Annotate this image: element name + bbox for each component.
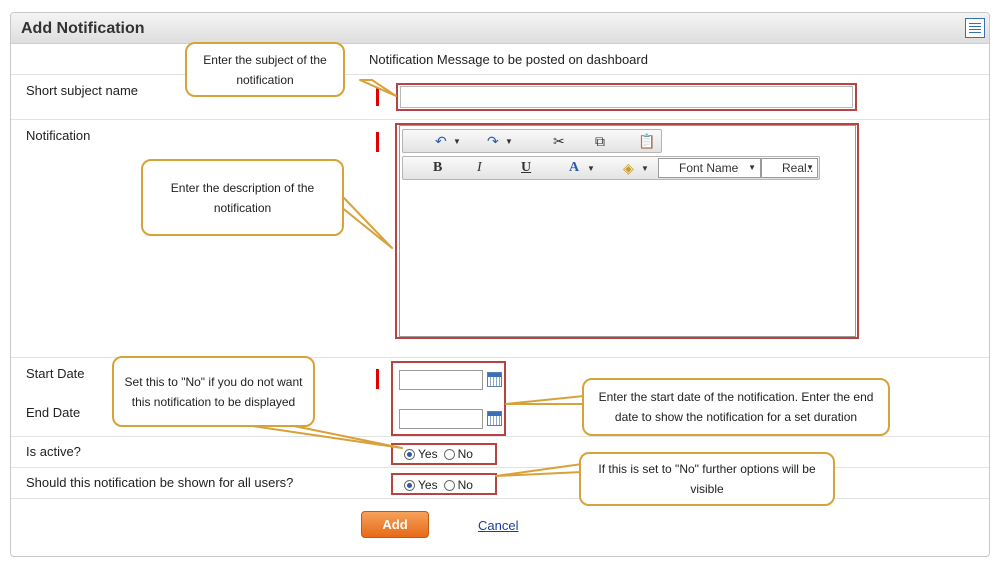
all-users-radio-group: Yes No	[404, 478, 479, 492]
divider	[11, 467, 989, 468]
italic-button[interactable]: I	[477, 160, 482, 176]
short-subject-input[interactable]	[400, 86, 853, 108]
paste-icon[interactable]: 📋	[638, 133, 655, 150]
all-users-label: Should this notification be shown for al…	[26, 475, 294, 490]
all-users-yes-radio[interactable]	[404, 479, 415, 491]
all-users-no-radio[interactable]	[443, 479, 455, 491]
divider	[11, 436, 989, 437]
panel-title: Add Notification	[21, 20, 145, 37]
calendar-icon[interactable]	[487, 411, 502, 426]
fill-color-icon[interactable]: ◈	[623, 160, 634, 177]
is-active-yes-radio[interactable]	[404, 448, 415, 460]
info-text: Notification Message to be posted on das…	[369, 52, 648, 67]
notification-editor[interactable]: ↶ ▼ ↷ ▼ ✂ ⧉ 📋 B I U A ▼ ◈ ▼ Font Name ▼ …	[399, 125, 856, 337]
start-date-input[interactable]	[399, 370, 483, 390]
chevron-down-icon: ▼	[748, 163, 756, 172]
font-color-icon[interactable]: A	[569, 160, 579, 176]
dates-callout: Enter the start date of the notification…	[582, 378, 890, 436]
document-list-icon[interactable]	[965, 18, 985, 38]
add-button[interactable]: Add	[361, 511, 429, 538]
chevron-down-icon: ▼	[806, 163, 814, 172]
chevron-down-icon[interactable]: ▼	[453, 137, 461, 146]
divider	[11, 119, 989, 120]
editor-toolbar-top: ↶ ▼ ↷ ▼ ✂ ⧉ 📋	[402, 129, 662, 153]
short-subject-label: Short subject name	[26, 83, 139, 98]
copy-icon[interactable]: ⧉	[595, 133, 605, 150]
description-callout: Enter the description of the notificatio…	[141, 159, 344, 236]
required-marker	[376, 132, 379, 152]
active-callout: Set this to "No" if you do not want this…	[112, 356, 315, 427]
is-active-no-radio[interactable]	[443, 448, 455, 460]
users-callout: If this is set to "No" further options w…	[579, 452, 835, 506]
subject-callout: Enter the subject of the notification	[185, 42, 345, 97]
divider	[11, 74, 989, 75]
underline-button[interactable]: U	[521, 160, 531, 176]
chevron-down-icon[interactable]: ▼	[641, 164, 649, 173]
notification-label: Notification	[26, 128, 91, 143]
editor-toolbar-format: B I U A ▼ ◈ ▼ Font Name ▼ Real.. ▼	[402, 156, 820, 180]
undo-icon[interactable]: ↶	[435, 133, 447, 150]
calendar-icon[interactable]	[487, 372, 502, 387]
end-date-input[interactable]	[399, 409, 483, 429]
required-marker	[376, 86, 379, 106]
chevron-down-icon[interactable]: ▼	[587, 164, 595, 173]
redo-icon[interactable]: ↷	[487, 133, 499, 150]
required-marker	[376, 369, 379, 389]
cut-icon[interactable]: ✂	[553, 133, 565, 150]
start-date-label: Start Date	[26, 366, 85, 381]
yes-label: Yes	[418, 478, 438, 492]
bold-button[interactable]: B	[433, 160, 442, 176]
font-size-select[interactable]: Real.. ▼	[761, 158, 818, 178]
end-date-label: End Date	[26, 405, 81, 420]
add-notification-panel: Add Notification Notification Message to…	[10, 12, 990, 557]
is-active-radio-group: Yes No	[404, 447, 479, 461]
divider	[11, 498, 989, 499]
font-name-select[interactable]: Font Name ▼	[658, 158, 761, 178]
is-active-label: Is active?	[26, 444, 81, 459]
no-label: No	[457, 478, 473, 492]
cancel-link[interactable]: Cancel	[478, 518, 518, 533]
yes-label: Yes	[418, 447, 438, 461]
no-label: No	[457, 447, 473, 461]
panel-header: Add Notification	[11, 13, 989, 44]
font-name-value: Font Name	[679, 161, 739, 175]
chevron-down-icon[interactable]: ▼	[505, 137, 513, 146]
